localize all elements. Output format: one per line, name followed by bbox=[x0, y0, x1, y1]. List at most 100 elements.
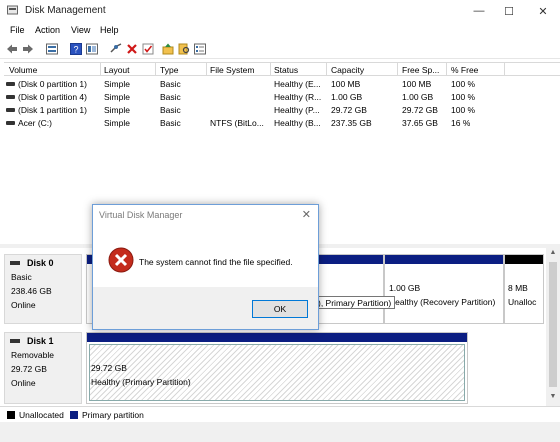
partition-status: Healthy (Recovery Partition) bbox=[389, 297, 496, 307]
volume-row[interactable]: (Disk 0 partition 4) Simple Basic Health… bbox=[4, 91, 560, 104]
volume-row[interactable]: (Disk 1 partition 1) Simple Basic Health… bbox=[4, 104, 560, 117]
disk-type: Removable bbox=[11, 350, 54, 360]
connect-icon[interactable] bbox=[110, 43, 122, 55]
help-icon[interactable]: ? bbox=[70, 43, 82, 55]
volume-capacity: 237.35 GB bbox=[331, 118, 372, 128]
disk-view-icon[interactable] bbox=[46, 43, 58, 55]
partition-recovery[interactable]: 1.00 GB Healthy (Recovery Partition) bbox=[384, 254, 504, 324]
primary-partition-bar bbox=[385, 255, 503, 264]
volume-layout: Simple bbox=[104, 92, 130, 102]
error-icon bbox=[108, 247, 134, 273]
volume-icon bbox=[6, 108, 15, 112]
partition-unallocated[interactable]: 8 MB Unalloc bbox=[504, 254, 544, 324]
disk-name: Disk 0 bbox=[27, 258, 54, 268]
disk-icon bbox=[10, 261, 20, 265]
forward-arrow-icon[interactable] bbox=[22, 43, 34, 55]
dialog-footer: OK bbox=[93, 287, 318, 329]
volume-name: (Disk 0 partition 4) bbox=[18, 92, 87, 102]
volume-free-space: 37.65 GB bbox=[402, 118, 438, 128]
disk-size: 29.72 GB bbox=[11, 364, 47, 374]
volume-row[interactable]: Acer (C:) Simple Basic NTFS (BitLo... He… bbox=[4, 117, 560, 130]
volume-free-space: 29.72 GB bbox=[402, 105, 438, 115]
volume-percent-free: 100 % bbox=[451, 105, 476, 115]
volume-icon bbox=[6, 82, 15, 86]
delete-icon[interactable] bbox=[126, 43, 138, 55]
disk-management-app-icon bbox=[7, 5, 18, 15]
volume-layout: Simple bbox=[104, 118, 130, 128]
partition-selection-hatch bbox=[89, 344, 465, 401]
legend-primary: Primary partition bbox=[82, 410, 144, 420]
volume-status: Healthy (E... bbox=[274, 79, 321, 89]
back-arrow-icon[interactable] bbox=[6, 43, 18, 55]
disk-list-icon[interactable] bbox=[86, 43, 98, 55]
volume-type: Basic bbox=[160, 79, 181, 89]
disk-name: Disk 1 bbox=[27, 336, 54, 346]
search-icon[interactable] bbox=[178, 43, 190, 55]
volume-name: Acer (C:) bbox=[18, 118, 52, 128]
volume-status: Healthy (B... bbox=[274, 118, 321, 128]
volume-file-system: NTFS (BitLo... bbox=[210, 118, 264, 128]
volume-type: Basic bbox=[160, 118, 181, 128]
volume-type: Basic bbox=[160, 105, 181, 115]
volume-name: (Disk 1 partition 1) bbox=[18, 105, 87, 115]
dialog-close-icon[interactable]: ✕ bbox=[302, 208, 311, 221]
scroll-down-icon[interactable]: ▼ bbox=[546, 393, 560, 405]
volume-status: Healthy (R... bbox=[274, 92, 322, 102]
column-capacity[interactable]: Capacity bbox=[331, 65, 364, 75]
properties-icon[interactable] bbox=[194, 43, 206, 55]
column-status[interactable]: Status bbox=[274, 65, 298, 75]
partition-status: Healthy (Primary Partition) bbox=[91, 377, 191, 387]
legend-unallocated: Unallocated bbox=[19, 410, 64, 420]
menu-action[interactable]: Action bbox=[35, 25, 60, 35]
primary-swatch bbox=[70, 411, 78, 419]
disk-icon bbox=[10, 339, 20, 343]
volume-name: (Disk 0 partition 1) bbox=[18, 79, 87, 89]
volume-layout: Simple bbox=[104, 105, 130, 115]
volume-capacity: 1.00 GB bbox=[331, 92, 363, 102]
partition-status: Unalloc bbox=[508, 297, 537, 307]
unallocated-bar bbox=[505, 255, 543, 264]
volume-percent-free: 16 % bbox=[451, 118, 471, 128]
import-icon[interactable] bbox=[162, 43, 174, 55]
disk-1-label[interactable]: Disk 1 Removable 29.72 GB Online bbox=[4, 332, 82, 404]
column-layout[interactable]: Layout bbox=[104, 65, 130, 75]
minimize-button[interactable]: — bbox=[464, 0, 494, 22]
maximize-button[interactable]: ☐ bbox=[494, 0, 524, 22]
check-icon[interactable] bbox=[142, 43, 154, 55]
scroll-up-icon[interactable]: ▲ bbox=[546, 249, 560, 261]
scrollbar-thumb[interactable] bbox=[549, 262, 557, 387]
column-percent-free[interactable]: % Free bbox=[451, 65, 478, 75]
svg-text:?: ? bbox=[74, 45, 79, 55]
menu-help[interactable]: Help bbox=[100, 25, 119, 35]
volume-percent-free: 100 % bbox=[451, 92, 476, 102]
disk-type: Basic bbox=[11, 272, 32, 282]
volume-row[interactable]: (Disk 0 partition 1) Simple Basic Health… bbox=[4, 78, 560, 91]
menu-file[interactable]: File bbox=[10, 25, 25, 35]
primary-partition-bar bbox=[87, 333, 467, 342]
volume-capacity: 29.72 GB bbox=[331, 105, 367, 115]
partition-size: 8 MB bbox=[508, 283, 528, 293]
column-free-space[interactable]: Free Sp... bbox=[402, 65, 439, 75]
disk-map-scrollbar[interactable]: ▲ ▼ bbox=[546, 248, 560, 406]
toolbar: ? bbox=[0, 40, 560, 59]
disk-0-label[interactable]: Disk 0 Basic 238.46 GB Online bbox=[4, 254, 82, 324]
menu-bar: File Action View Help bbox=[0, 22, 560, 40]
partition-disk1-primary[interactable]: 29.72 GB Healthy (Primary Partition) bbox=[86, 332, 468, 404]
status-bar bbox=[0, 422, 560, 442]
ok-button[interactable]: OK bbox=[252, 300, 308, 318]
error-dialog: Virtual Disk Manager ✕ The system cannot… bbox=[92, 204, 319, 330]
partition-size: 1.00 GB bbox=[389, 283, 421, 293]
column-file-system[interactable]: File System bbox=[210, 65, 254, 75]
partition-tooltip: ), Primary Partition) bbox=[314, 296, 396, 309]
column-volume[interactable]: Volume bbox=[9, 65, 37, 75]
menu-view[interactable]: View bbox=[71, 25, 90, 35]
volume-type: Basic bbox=[160, 92, 181, 102]
disk-size: 238.46 GB bbox=[11, 286, 52, 296]
window-title: Disk Management bbox=[25, 5, 106, 16]
column-type[interactable]: Type bbox=[160, 65, 178, 75]
volume-icon bbox=[6, 121, 15, 125]
disk-status: Online bbox=[11, 300, 36, 310]
dialog-message: The system cannot find the file specifie… bbox=[139, 257, 293, 267]
close-button[interactable]: ✕ bbox=[528, 0, 558, 22]
volume-icon bbox=[6, 95, 15, 99]
